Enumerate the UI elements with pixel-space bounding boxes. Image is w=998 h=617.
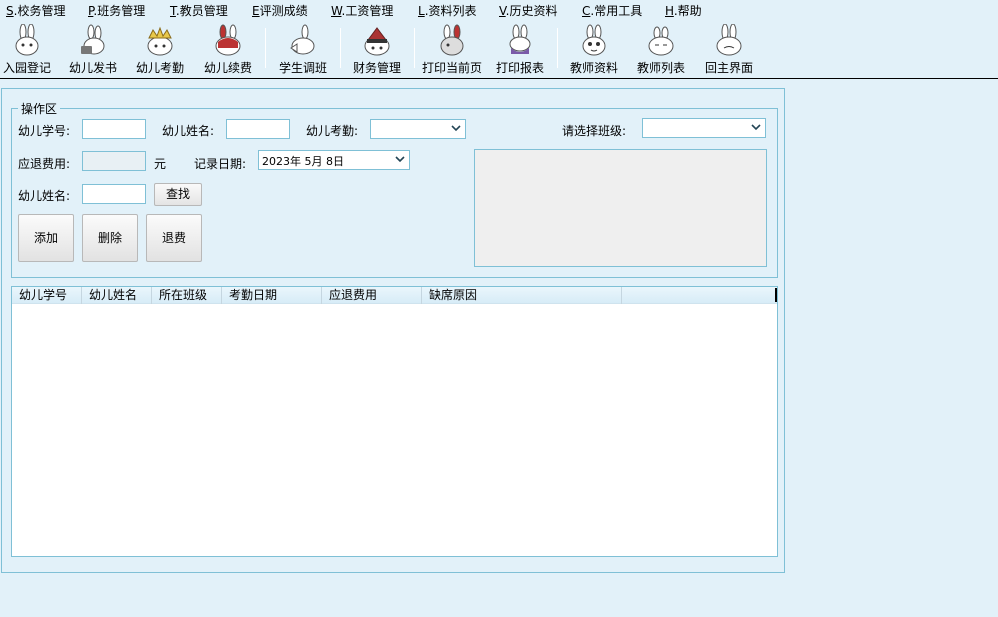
rabbit-crown-icon (147, 26, 173, 56)
table-header: 幼儿学号 幼儿姓名 所在班级 考勤日期 应退费用 缺席原因 (12, 287, 777, 304)
toolbar-separator (340, 28, 341, 68)
column-child-name[interactable]: 幼儿姓名 (82, 287, 152, 304)
search-name-input[interactable] (82, 184, 146, 204)
toolbar-separator (557, 28, 558, 68)
refund-table[interactable]: 幼儿学号 幼儿姓名 所在班级 考勤日期 应退费用 缺席原因 (11, 286, 778, 557)
student-id-input[interactable] (82, 119, 146, 139)
menu-bar: S.校务管理 P.班务管理 T.教员管理 E评测成绩 W.工资管理 L.资料列表… (0, 0, 998, 20)
delete-button[interactable]: 删除 (82, 214, 138, 262)
menu-evaluation[interactable]: E评测成绩 (252, 2, 308, 19)
search-name-label: 幼儿姓名: (18, 189, 71, 203)
column-student-id[interactable]: 幼儿学号 (12, 287, 82, 304)
rabbit-list-icon (648, 26, 674, 56)
tool-books[interactable]: 幼儿发书 (66, 24, 120, 76)
tool-books-label: 幼儿发书 (68, 61, 117, 75)
class-select[interactable] (642, 118, 766, 138)
main-panel: 操作区 幼儿学号: 幼儿姓名: 幼儿考勤: 请选择班级: 应退费用: 元 记录日… (1, 88, 785, 573)
refund-button[interactable]: 退费 (146, 214, 202, 262)
group-title: 操作区 (18, 100, 61, 117)
rabbit-books-icon (81, 24, 105, 55)
rabbit-icon (15, 24, 39, 56)
toolbar-separator (265, 28, 266, 68)
tool-attendance-label: 幼儿考勤 (135, 61, 184, 75)
tool-enroll[interactable]: 入园登记 (2, 24, 52, 76)
child-name-label: 幼儿姓名: (162, 124, 215, 138)
menu-school-affairs[interactable]: S.校务管理 (6, 2, 65, 19)
tool-home-label: 回主界面 (704, 61, 753, 75)
photo-preview (474, 149, 767, 267)
menu-class-affairs[interactable]: P.班务管理 (88, 2, 145, 19)
tool-print-report[interactable]: 打印报表 (494, 24, 546, 76)
tool-teacher-info-label: 教师资料 (569, 61, 618, 75)
refund-label: 应退费用: (18, 157, 71, 171)
record-date-picker[interactable]: 2023年 5月 8日 (258, 150, 410, 170)
tool-enroll-label: 入园登记 (2, 61, 51, 75)
tool-print-page-label: 打印当前页 (421, 61, 482, 75)
child-name-input[interactable] (226, 119, 290, 139)
tool-finance[interactable]: 财务管理 (350, 24, 404, 76)
rabbit-purple-icon (509, 24, 531, 54)
rabbit-print-icon (440, 24, 464, 56)
rabbit-home-icon (716, 24, 742, 56)
menu-salary[interactable]: W.工资管理 (331, 2, 393, 19)
column-end-marker (775, 288, 777, 302)
attendance-select[interactable] (370, 119, 466, 139)
tool-renewal[interactable]: 幼儿续费 (200, 24, 256, 76)
toolbar: 入园登记 幼儿发书 幼儿考勤 幼儿续费 学生调班 财务管理 打印当前页 打印报表… (0, 20, 998, 79)
rabbit-hand-icon (290, 24, 315, 55)
column-absence-reason[interactable]: 缺席原因 (422, 287, 622, 304)
chevron-down-icon (395, 156, 405, 163)
tool-teacher-info[interactable]: 教师资料 (568, 24, 620, 76)
tool-transfer-label: 学生调班 (278, 61, 327, 75)
class-label: 请选择班级: (562, 124, 627, 138)
add-button[interactable]: 添加 (18, 214, 74, 262)
rabbit-red-icon (215, 24, 241, 56)
rabbit-teacher-icon (582, 24, 606, 56)
tool-renewal-label: 幼儿续费 (203, 61, 252, 75)
tool-transfer[interactable]: 学生调班 (276, 24, 330, 76)
tool-print-page[interactable]: 打印当前页 (420, 24, 484, 76)
chevron-down-icon (451, 125, 461, 132)
tool-attendance[interactable]: 幼儿考勤 (133, 24, 187, 76)
student-id-label: 幼儿学号: (18, 124, 71, 138)
menu-staff[interactable]: T.教员管理 (170, 2, 228, 19)
menu-tools[interactable]: C.常用工具 (582, 2, 642, 19)
tool-home[interactable]: 回主界面 (702, 24, 756, 76)
menu-data-list[interactable]: L.资料列表 (418, 2, 477, 19)
tool-teacher-list[interactable]: 教师列表 (634, 24, 688, 76)
column-attendance-date[interactable]: 考勤日期 (222, 287, 322, 304)
tool-print-report-label: 打印报表 (495, 61, 544, 75)
column-class[interactable]: 所在班级 (152, 287, 222, 304)
menu-history[interactable]: V.历史资料 (499, 2, 558, 19)
find-button[interactable]: 查找 (154, 183, 202, 206)
menu-help[interactable]: H.帮助 (665, 2, 702, 19)
refund-input[interactable] (82, 151, 146, 171)
record-date-label: 记录日期: (194, 157, 247, 171)
tool-teacher-list-label: 教师列表 (636, 61, 685, 75)
column-refund-amount[interactable]: 应退费用 (322, 287, 422, 304)
chevron-down-icon (751, 124, 761, 131)
refund-unit: 元 (154, 157, 167, 171)
column-filler (622, 287, 775, 304)
rabbit-hat-icon (364, 27, 390, 56)
tool-finance-label: 财务管理 (352, 61, 401, 75)
attendance-label: 幼儿考勤: (306, 124, 359, 138)
toolbar-separator (414, 28, 415, 68)
